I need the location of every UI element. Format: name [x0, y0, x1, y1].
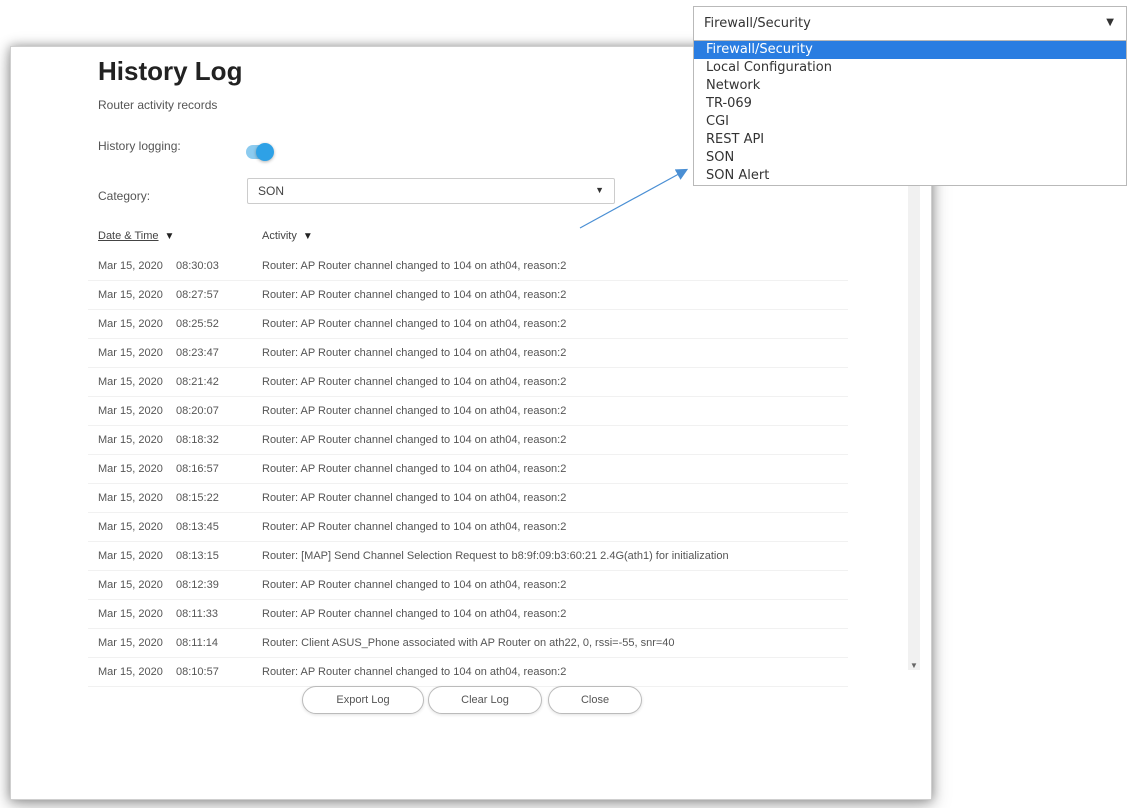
dropdown-select[interactable]: Firewall/Security ▼ — [694, 7, 1126, 41]
dropdown-option-cgi[interactable]: CGI — [694, 113, 1126, 131]
dropdown-option-local-configuration[interactable]: Local Configuration — [694, 59, 1126, 77]
dropdown-option-son[interactable]: SON — [694, 149, 1126, 167]
dropdown-option-rest-api[interactable]: REST API — [694, 131, 1126, 149]
dropdown-option-son-alert[interactable]: SON Alert — [694, 167, 1126, 185]
dropdown-option-firewall-security[interactable]: Firewall/Security — [694, 41, 1126, 59]
dropdown-selected-value: Firewall/Security — [704, 16, 811, 31]
dropdown-option-network[interactable]: Network — [694, 77, 1126, 95]
dropdown-option-tr-069[interactable]: TR-069 — [694, 95, 1126, 113]
category-dropdown-popup[interactable]: Firewall/Security ▼ Firewall/Security Lo… — [693, 6, 1127, 186]
chevron-down-icon: ▼ — [1106, 17, 1114, 28]
